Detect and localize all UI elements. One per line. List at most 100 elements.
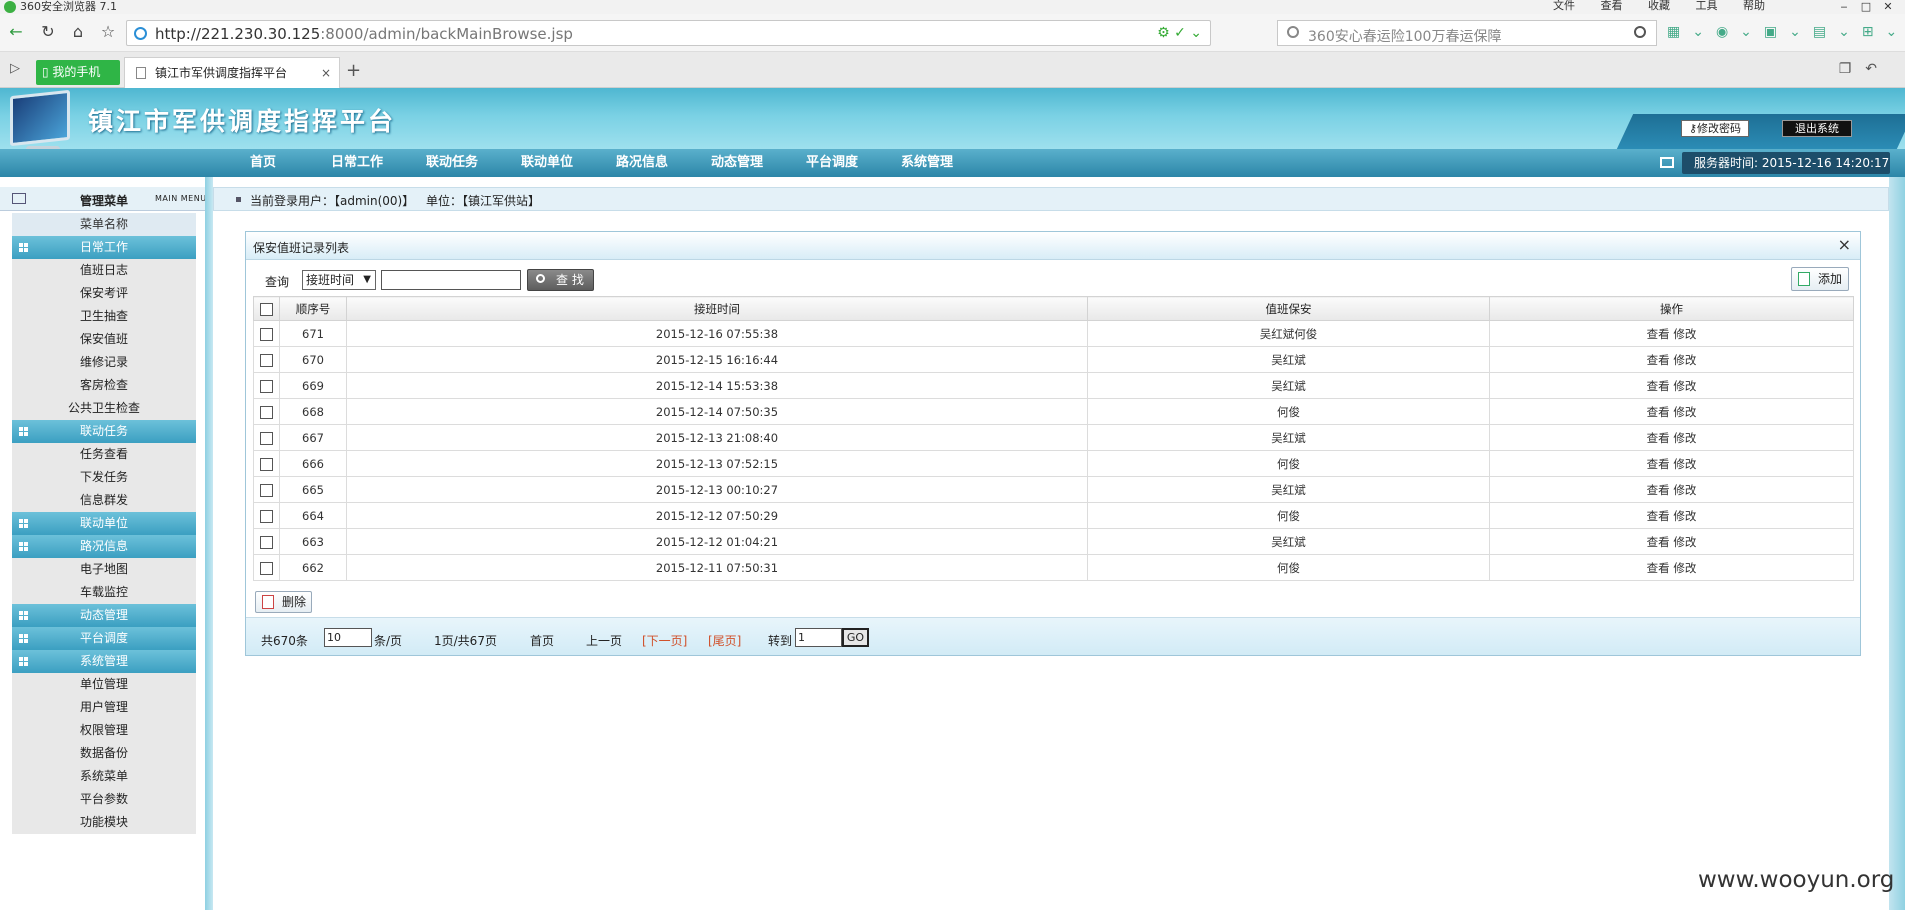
sidebar-item[interactable]: 车载监控 (12, 581, 196, 604)
new-tab-button[interactable]: + (346, 60, 361, 81)
sidebar-item[interactable]: 维修记录 (12, 351, 196, 374)
exit-system-button[interactable]: 退出系统 (1782, 120, 1852, 137)
edit-link[interactable]: 修改 (1673, 483, 1696, 497)
select-all-checkbox[interactable] (260, 302, 273, 316)
view-link[interactable]: 查看 (1647, 405, 1670, 419)
nav-linked-units[interactable]: 联动单位 (521, 149, 573, 177)
nav-road-info[interactable]: 路况信息 (616, 149, 668, 177)
query-input[interactable] (381, 270, 521, 290)
row-checkbox[interactable] (260, 405, 273, 419)
sidebar-item[interactable]: 保安值班 (12, 328, 196, 351)
search-icon[interactable] (1634, 26, 1646, 38)
add-button[interactable]: 添加 (1791, 267, 1849, 291)
edit-link[interactable]: 修改 (1673, 379, 1696, 393)
view-link[interactable]: 查看 (1647, 353, 1670, 367)
sidebar-item[interactable]: 平台参数 (12, 788, 196, 811)
view-link[interactable]: 查看 (1647, 431, 1670, 445)
sidebar-item[interactable]: 值班日志 (12, 259, 196, 282)
close-panel-icon[interactable]: × (1838, 235, 1851, 254)
sidebar-item[interactable]: 用户管理 (12, 696, 196, 719)
sidebar-item[interactable]: 功能模块 (12, 811, 196, 834)
search-box[interactable]: 360安心春运险100万春运保障 (1277, 20, 1657, 46)
prev-page-link[interactable]: 上一页 (586, 632, 622, 649)
last-page-link[interactable]: [尾页] (708, 632, 741, 649)
edit-link[interactable]: 修改 (1673, 509, 1696, 523)
sidebar-item[interactable]: 数据备份 (12, 742, 196, 765)
goto-page-input[interactable]: 1 (795, 628, 842, 647)
tab-tools-icons[interactable]: ❐↶ (1839, 61, 1891, 77)
menu-file[interactable]: 文件 (1553, 0, 1575, 12)
menu-view[interactable]: 查看 (1601, 0, 1623, 12)
nav-linked-tasks[interactable]: 联动任务 (426, 149, 478, 177)
sidebar-toggle-icon[interactable]: ▷ (10, 61, 20, 76)
view-link[interactable]: 查看 (1647, 327, 1670, 341)
view-link[interactable]: 查看 (1647, 457, 1670, 471)
nav-daily-work[interactable]: 日常工作 (331, 149, 383, 177)
menu-favorites[interactable]: 收藏 (1648, 0, 1670, 12)
sidebar-item[interactable]: 公共卫生检查 (12, 397, 196, 420)
sidebar-category[interactable]: 路况信息 (12, 535, 196, 558)
edit-link[interactable]: 修改 (1673, 353, 1696, 367)
menu-help[interactable]: 帮助 (1743, 0, 1765, 12)
sidebar-item[interactable]: 卫生抽查 (12, 305, 196, 328)
sidebar-category[interactable]: 联动单位 (12, 512, 196, 535)
sidebar-item[interactable]: 保安考评 (12, 282, 196, 305)
nav-platform-dispatch[interactable]: 平台调度 (806, 149, 858, 177)
edit-link[interactable]: 修改 (1673, 327, 1696, 341)
edit-link[interactable]: 修改 (1673, 405, 1696, 419)
sidebar-item[interactable]: 电子地图 (12, 558, 196, 581)
sidebar-category[interactable]: 日常工作 (12, 236, 196, 259)
next-page-link[interactable]: [下一页] (642, 632, 687, 649)
edit-link[interactable]: 修改 (1673, 561, 1696, 575)
sidebar-item[interactable]: 系统菜单 (12, 765, 196, 788)
row-checkbox[interactable] (260, 379, 273, 393)
sidebar-item[interactable]: 下发任务 (12, 466, 196, 489)
menu-panel-icon[interactable] (12, 193, 26, 204)
minimize-icon[interactable]: ‒ (1833, 0, 1855, 13)
sidebar-item[interactable]: 任务查看 (12, 443, 196, 466)
tab-active[interactable]: 镇江市军供调度指挥平台 × (124, 57, 340, 88)
star-icon[interactable]: ☆ (98, 22, 118, 42)
page-size-input[interactable]: 10 (324, 628, 372, 647)
sidebar-category[interactable]: 系统管理 (12, 650, 196, 673)
url-bar[interactable]: http://221.230.30.125:8000/admin/backMai… (126, 20, 1211, 46)
row-checkbox[interactable] (260, 327, 273, 341)
sidebar-item[interactable]: 客房检查 (12, 374, 196, 397)
refresh-icon[interactable]: ↻ (38, 22, 58, 42)
view-link[interactable]: 查看 (1647, 535, 1670, 549)
view-link[interactable]: 查看 (1647, 379, 1670, 393)
sidebar-category[interactable]: 动态管理 (12, 604, 196, 627)
menu-tools[interactable]: 工具 (1696, 0, 1718, 12)
tab-my-phone[interactable]: ▯ 我的手机 (36, 60, 120, 85)
sidebar-category[interactable]: 联动任务 (12, 420, 196, 443)
edit-link[interactable]: 修改 (1673, 457, 1696, 471)
nav-home[interactable]: 首页 (250, 149, 276, 177)
search-button[interactable]: 查 找 (527, 269, 594, 291)
view-link[interactable]: 查看 (1647, 483, 1670, 497)
close-tab-icon[interactable]: × (321, 58, 331, 88)
first-page-link[interactable]: 首页 (530, 632, 554, 649)
query-field-select[interactable]: 接班时间 ▼ (302, 270, 376, 290)
extension-icons[interactable]: ▦⌄◉⌄▣⌄▤⌄⊞⌄ (1667, 24, 1905, 40)
close-window-icon[interactable]: ✕ (1877, 0, 1899, 13)
go-button[interactable]: GO (842, 628, 869, 647)
nav-system-mgmt[interactable]: 系统管理 (901, 149, 953, 177)
back-icon[interactable]: ← (6, 22, 26, 42)
change-password-button[interactable]: ⚷修改密码 (1681, 120, 1749, 137)
sidebar-item[interactable]: 单位管理 (12, 673, 196, 696)
sidebar-category[interactable]: 平台调度 (12, 627, 196, 650)
nav-dynamic-mgmt[interactable]: 动态管理 (711, 149, 763, 177)
edit-link[interactable]: 修改 (1673, 535, 1696, 549)
delete-button[interactable]: 删除 (255, 591, 312, 613)
sidebar-item[interactable]: 信息群发 (12, 489, 196, 512)
row-checkbox[interactable] (260, 431, 273, 445)
row-checkbox[interactable] (260, 535, 273, 549)
row-checkbox[interactable] (260, 509, 273, 523)
row-checkbox[interactable] (260, 483, 273, 497)
row-checkbox[interactable] (260, 457, 273, 471)
edit-link[interactable]: 修改 (1673, 431, 1696, 445)
sidebar-item[interactable]: 权限管理 (12, 719, 196, 742)
row-checkbox[interactable] (260, 561, 273, 575)
home-icon[interactable]: ⌂ (68, 22, 88, 42)
view-link[interactable]: 查看 (1647, 561, 1670, 575)
